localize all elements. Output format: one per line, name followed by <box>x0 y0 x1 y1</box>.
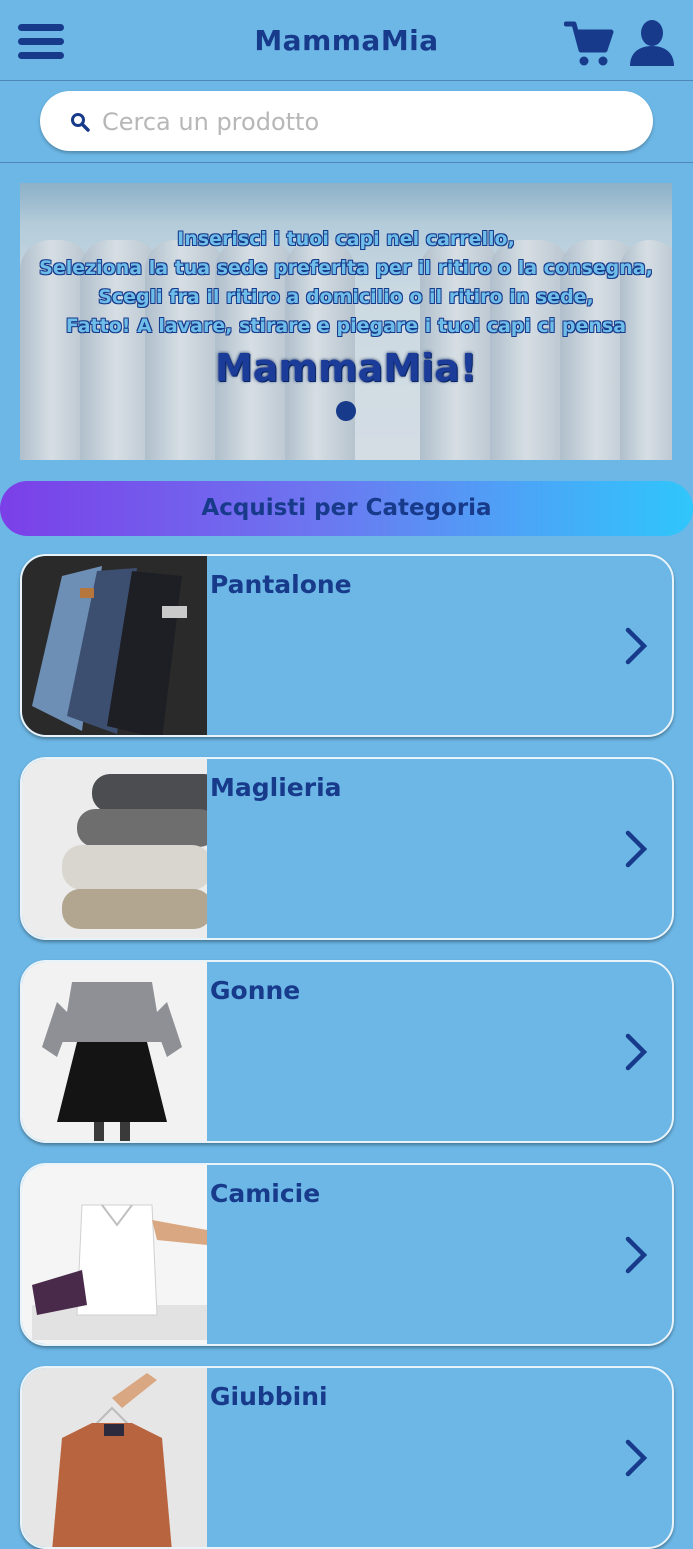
banner-line: Seleziona la tua sede preferita per il r… <box>39 257 653 279</box>
user-profile-icon[interactable] <box>628 18 676 70</box>
chevron-right-icon <box>625 1236 648 1274</box>
category-card-maglieria[interactable]: Maglieria <box>20 757 674 940</box>
category-image-skirt <box>22 962 207 1141</box>
promo-banner[interactable]: Inserisci i tuoi capi nel carrello, Sele… <box>20 183 672 460</box>
carousel-dot[interactable] <box>336 401 356 421</box>
top-bar: MammaMia <box>0 0 693 81</box>
banner-line: Fatto! A lavare, stirare e piegare i tuo… <box>65 315 627 337</box>
category-card-camicie[interactable]: Camicie <box>20 1163 674 1346</box>
category-image-jeans <box>22 556 207 735</box>
chevron-right-icon <box>625 1033 648 1071</box>
cart-icon[interactable] <box>563 18 616 70</box>
category-image-shirts <box>22 1165 207 1344</box>
chevron-right-icon <box>625 627 648 665</box>
category-card-gonne[interactable]: Gonne <box>20 960 674 1143</box>
search-input[interactable] <box>100 103 624 141</box>
category-image-sweaters <box>22 759 207 938</box>
banner-instructions: Inserisci i tuoi capi nel carrello, Sele… <box>20 225 672 341</box>
chevron-right-icon <box>625 1439 648 1477</box>
section-title: Acquisti per Categoria <box>0 481 693 536</box>
search-icon <box>71 113 90 132</box>
category-label: Gonne <box>210 976 301 1005</box>
category-label: Maglieria <box>210 773 342 802</box>
search-bar-area <box>0 81 693 163</box>
search-box[interactable] <box>40 91 653 151</box>
category-label: Giubbini <box>210 1382 328 1411</box>
banner-line: Inserisci i tuoi capi nel carrello, <box>177 228 515 250</box>
category-image-jacket <box>22 1368 207 1547</box>
category-label: Pantalone <box>210 570 352 599</box>
category-card-giubbini[interactable]: Giubbini <box>20 1366 674 1549</box>
chevron-right-icon <box>625 830 648 868</box>
category-card-pantalone[interactable]: Pantalone <box>20 554 674 737</box>
category-label: Camicie <box>210 1179 321 1208</box>
banner-line: Scegli fra il ritiro a domicilio o il ri… <box>98 286 594 308</box>
banner-brand: MammaMia! <box>214 346 478 390</box>
